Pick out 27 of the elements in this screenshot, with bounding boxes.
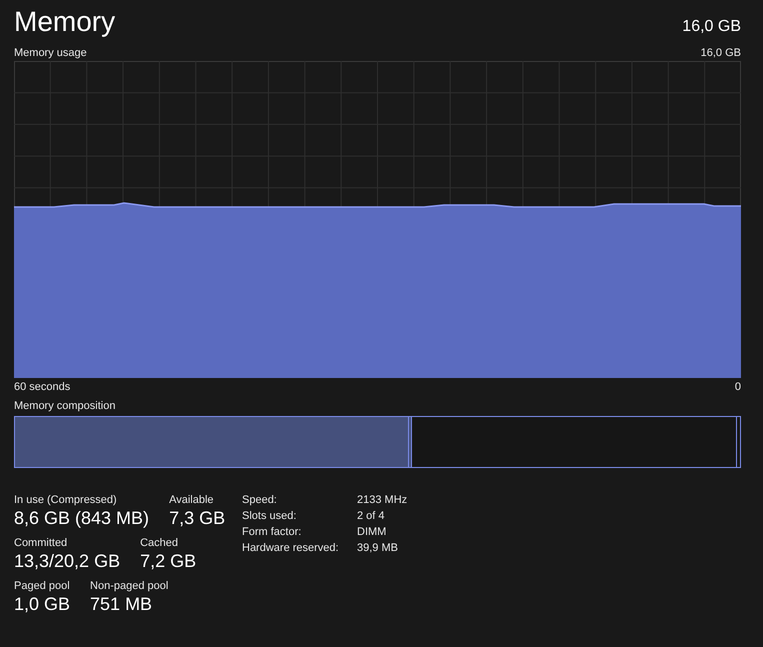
detail-value: 39,9 MB [357,542,399,554]
total-memory: 16,0 GB [682,18,741,36]
stat-value: 7,2 GB [140,551,196,572]
stat-label: Committed [14,537,68,549]
detail-value: 2133 MHz [357,494,408,506]
time-span-label: 60 seconds [14,380,70,392]
stat-label: Paged pool [14,580,70,592]
detail-value: 2 of 4 [357,510,386,522]
detail-label: Speed: [242,494,278,506]
stat-label: Non-paged pool [90,580,168,592]
stat-label: In use (Compressed) [14,494,118,506]
composition-label: Memory composition [14,400,116,412]
stat-value: 751 MB [90,594,154,615]
stat-label: Available [169,494,215,506]
page-title: Memory [14,6,116,38]
stat-value: 8,6 GB (843 MB) [14,508,150,529]
graph-max-label: 16,0 GB [700,46,741,58]
stat-label: Cached [140,537,179,549]
stat-value: 7,3 GB [169,508,226,529]
detail-label: Form factor: [242,526,302,538]
time-end-label: 0 [734,380,741,392]
graph-label: Memory usage [14,46,87,58]
detail-value: DIMM [357,526,388,538]
detail-label: Hardware reserved: [242,542,340,554]
detail-label: Slots used: [242,510,298,522]
stat-value: 1,0 GB [14,594,70,615]
stat-value: 13,3/20,2 GB [14,551,120,572]
